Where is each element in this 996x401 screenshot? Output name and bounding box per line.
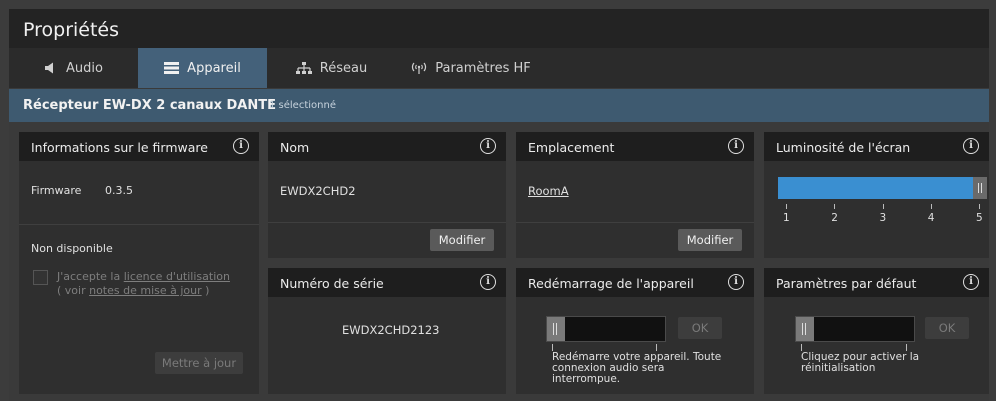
info-icon[interactable]: i	[480, 138, 496, 154]
restart-slide-toggle[interactable]	[546, 316, 666, 342]
location-panel-header: Emplacement i	[516, 132, 754, 161]
window-title: Propriétés	[23, 19, 120, 41]
tab-parametres-hf[interactable]: Paramètres HF	[396, 48, 546, 88]
brightness-panel-title: Luminosité de l'écran	[776, 140, 911, 155]
brightness-tick-label: 2	[831, 212, 838, 224]
tab-audio[interactable]: Audio	[9, 48, 138, 88]
brightness-tick-label: 5	[976, 212, 983, 224]
location-panel: Emplacement i RoomA Modifier	[516, 132, 754, 258]
notes-suffix: )	[201, 284, 210, 297]
location-panel-title: Emplacement	[528, 140, 615, 155]
serial-panel-header: Numéro de série i	[268, 268, 506, 297]
brightness-tick	[979, 204, 980, 209]
restart-panel-title: Redémarrage de l'appareil	[528, 276, 694, 291]
tab-parametres-hf-label: Paramètres HF	[435, 60, 531, 76]
brightness-tick	[930, 204, 932, 209]
name-panel: Nom i EWDX2CHD2 Modifier	[268, 132, 506, 258]
info-icon[interactable]: i	[233, 138, 249, 154]
license-prefix: J'accepte la	[57, 270, 124, 283]
restart-slide-handle[interactable]	[547, 317, 565, 341]
reset-ok-button[interactable]: OK	[925, 317, 969, 339]
divider	[516, 222, 754, 223]
info-icon[interactable]: i	[728, 274, 744, 290]
info-icon[interactable]: i	[963, 274, 979, 290]
brightness-slider-handle[interactable]	[973, 177, 987, 199]
info-icon[interactable]: i	[480, 274, 496, 290]
firmware-panel-title: Informations sur le firmware	[31, 140, 208, 155]
release-notes-link[interactable]: notes de mise à jour	[89, 284, 202, 297]
device-name: Récepteur EW-DX 2 canaux DANTE	[23, 98, 276, 113]
info-icon[interactable]: i	[963, 138, 979, 154]
tab-reseau[interactable]: Réseau	[267, 48, 396, 88]
speaker-icon	[44, 62, 58, 74]
restart-scale-end	[656, 344, 657, 351]
restart-panel-header: Redémarrage de l'appareil i	[516, 268, 754, 297]
brightness-slider-track[interactable]	[778, 177, 987, 199]
restart-scale-start	[552, 344, 553, 351]
tab-appareil-label: Appareil	[187, 60, 241, 76]
edit-name-button[interactable]: Modifier	[430, 229, 494, 251]
device-icon	[164, 62, 180, 74]
brightness-panel: Luminosité de l'écran i 1 2 3 4 5	[764, 132, 989, 258]
reset-scale-start	[801, 344, 802, 351]
title-bar: Propriétés	[9, 9, 989, 48]
tab-reseau-label: Réseau	[319, 60, 368, 76]
release-notes-line: ( voir notes de mise à jour )	[57, 284, 209, 297]
reset-slide-handle[interactable]	[796, 317, 814, 341]
firmware-version: 0.3.5	[105, 184, 133, 197]
edit-location-button[interactable]: Modifier	[678, 229, 742, 251]
update-button[interactable]: Mettre à jour	[155, 352, 243, 374]
tab-appareil[interactable]: Appareil	[138, 48, 267, 88]
firmware-panel: Informations sur le firmware i Firmware …	[19, 132, 259, 394]
divider	[19, 224, 259, 225]
restart-ok-button[interactable]: OK	[678, 317, 722, 339]
brightness-tick	[834, 204, 836, 209]
device-bar: Récepteur EW-DX 2 canaux DANTE 1 sélecti…	[9, 89, 989, 122]
firmware-status: Non disponible	[31, 242, 113, 255]
defaults-panel-title: Paramètres par défaut	[776, 276, 917, 291]
brightness-tick-label: 4	[927, 212, 935, 224]
serial-number-value: EWDX2CHD2123	[342, 323, 440, 337]
reset-scale-end	[906, 344, 907, 351]
license-line: J'accepte la licence d'utilisation	[57, 270, 230, 283]
license-link[interactable]: licence d'utilisation	[124, 270, 230, 283]
restart-description: Redémarre votre appareil. Toute connexio…	[552, 351, 722, 385]
defaults-panel: Paramètres par défaut i OK Cliquez pour …	[764, 268, 989, 394]
brightness-tick-label: 3	[879, 212, 887, 224]
defaults-panel-header: Paramètres par défaut i	[764, 268, 989, 297]
serial-panel: Numéro de série i EWDX2CHD2123	[268, 268, 506, 394]
brightness-slider-fill	[778, 177, 973, 199]
brightness-tick	[882, 204, 884, 209]
firmware-label: Firmware	[31, 184, 82, 197]
selection-count: 1 sélectionné	[269, 100, 336, 111]
reset-description: Cliquez pour activer la réinitialisation	[801, 351, 920, 374]
name-panel-title: Nom	[280, 140, 310, 155]
tab-bar: Audio Appareil Réseau Paramètres HF	[9, 48, 989, 88]
firmware-panel-header: Informations sur le firmware i	[19, 132, 259, 161]
device-name-value: EWDX2CHD2	[280, 184, 356, 198]
divider	[268, 222, 506, 223]
serial-panel-title: Numéro de série	[280, 276, 384, 291]
brightness-tick-label: 1	[783, 212, 790, 224]
license-checkbox[interactable]	[33, 270, 48, 285]
antenna-icon	[411, 62, 427, 74]
brightness-tick	[786, 204, 787, 209]
info-icon[interactable]: i	[728, 138, 744, 154]
brightness-panel-header: Luminosité de l'écran i	[764, 132, 989, 161]
notes-prefix: ( voir	[57, 284, 90, 297]
network-icon	[295, 62, 312, 74]
restart-panel: Redémarrage de l'appareil i OK Redémarre…	[516, 268, 754, 394]
reset-slide-toggle[interactable]	[795, 316, 915, 342]
location-value-link[interactable]: RoomA	[528, 184, 569, 198]
tab-audio-label: Audio	[66, 60, 103, 76]
name-panel-header: Nom i	[268, 132, 506, 161]
